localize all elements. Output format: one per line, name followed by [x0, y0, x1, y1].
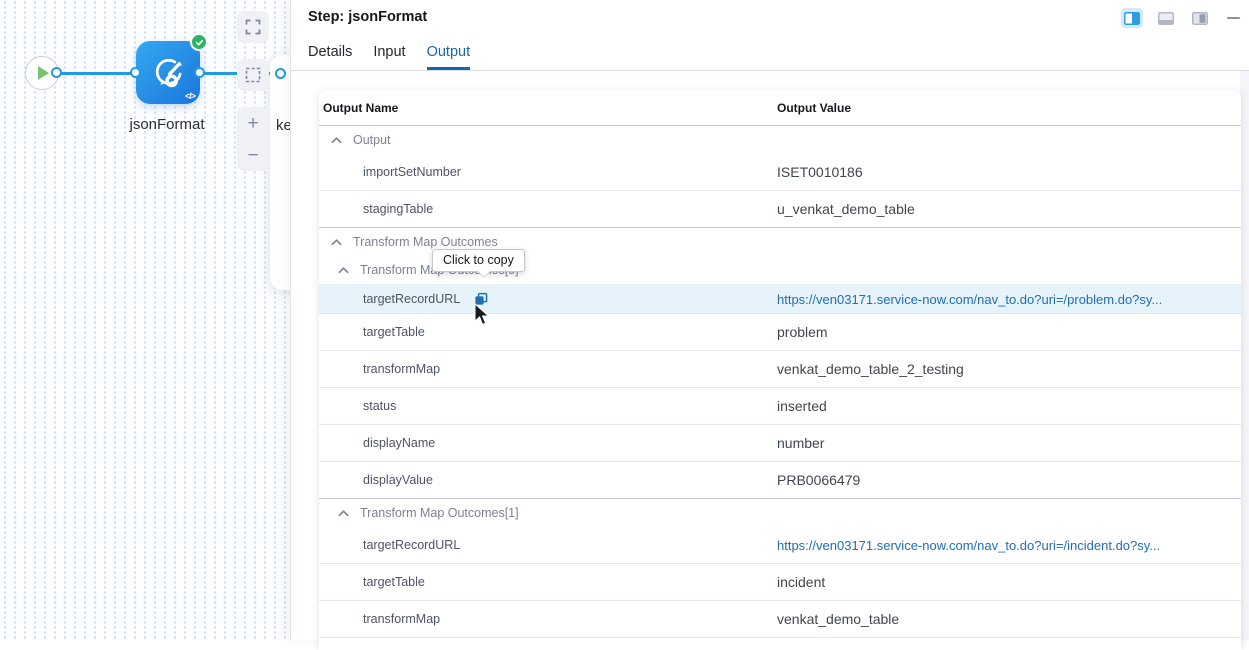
zoom-out-button[interactable]: − — [247, 146, 258, 165]
output-name: targetRecordURL — [363, 292, 460, 306]
output-value-link[interactable]: https://ven03171.service-now.com/nav_to.… — [777, 292, 1162, 307]
output-value: u_venkat_demo_table — [777, 201, 915, 217]
panel-tabs: Details Input Output — [308, 44, 470, 70]
dock-right-active-icon[interactable] — [1121, 8, 1143, 28]
table-body: Output importSetNumber ISET0010186 stagingT… — [319, 126, 1241, 638]
section-label: Output — [353, 133, 391, 147]
table-row: status inserted — [319, 388, 1241, 425]
minimize-icon[interactable] — [1227, 17, 1240, 20]
output-port[interactable] — [194, 67, 205, 78]
copy-tooltip: Click to copy — [432, 249, 525, 272]
panel-window-controls — [1121, 8, 1240, 28]
output-name: transformMap — [363, 362, 440, 376]
json-transform-icon — [147, 52, 189, 94]
flow-canvas[interactable]: </> jsonFormat ke + − — [0, 0, 290, 640]
section-row[interactable]: Output — [319, 126, 1241, 154]
zoom-in-button[interactable]: + — [247, 114, 258, 133]
code-icon: </> — [185, 91, 195, 101]
play-icon — [38, 66, 49, 80]
marquee-select-icon — [245, 67, 261, 83]
fullscreen-button[interactable] — [237, 11, 269, 43]
tab-input[interactable]: Input — [373, 44, 405, 70]
success-check-badge — [190, 33, 208, 51]
output-value: PRB0066479 — [777, 472, 860, 488]
output-table-card: Output Name Output Value Output importSet… — [319, 90, 1241, 650]
table-row: targetRecordURL https://ven03171.service-… — [319, 527, 1241, 564]
chevron-up-icon[interactable] — [338, 509, 349, 517]
tabs-divider — [291, 70, 1249, 71]
chevron-up-icon[interactable] — [331, 238, 342, 246]
output-value: number — [777, 435, 824, 451]
output-name: displayValue — [363, 473, 433, 487]
mouse-cursor — [474, 303, 491, 327]
output-value: inserted — [777, 398, 827, 414]
tab-output[interactable]: Output — [427, 44, 471, 70]
output-name: status — [363, 399, 396, 413]
output-name: displayName — [363, 436, 435, 450]
output-name: transformMap — [363, 612, 440, 626]
select-tool-button[interactable] — [237, 59, 269, 91]
section-label: Transform Map Outcomes — [353, 235, 498, 249]
section-row[interactable]: Transform Map Outcomes[1] — [319, 499, 1241, 527]
table-row: transformMap venkat_demo_table — [319, 601, 1241, 638]
chevron-up-icon[interactable] — [338, 266, 349, 274]
node-label-jsonformat: jsonFormat — [103, 116, 231, 133]
output-value: venkat_demo_table — [777, 611, 899, 627]
output-name: targetTable — [363, 575, 425, 589]
output-name: stagingTable — [363, 202, 433, 216]
output-value-link[interactable]: https://ven03171.service-now.com/nav_to.… — [777, 538, 1160, 553]
step-detail-panel: Step: jsonFormat Details Input Output Outp… — [290, 0, 1249, 640]
output-value: problem — [777, 324, 828, 340]
table-row: targetTable incident — [319, 564, 1241, 601]
output-value: ISET0010186 — [777, 164, 863, 180]
column-header-output-value: Output Value — [777, 101, 1241, 115]
dock-side-icon[interactable] — [1189, 8, 1211, 28]
flow-node-jsonformat[interactable]: </> — [136, 41, 200, 104]
column-header-output-name: Output Name — [319, 101, 777, 115]
output-name: targetTable — [363, 325, 425, 339]
output-value: incident — [777, 574, 825, 590]
panel-title: Step: jsonFormat — [308, 9, 427, 25]
output-port[interactable] — [51, 67, 62, 78]
chevron-up-icon[interactable] — [331, 136, 342, 144]
table-row: importSetNumber ISET0010186 — [319, 154, 1241, 191]
output-name: targetRecordURL — [363, 538, 460, 552]
output-value: venkat_demo_table_2_testing — [777, 361, 964, 377]
table-row: displayValue PRB0066479 — [319, 462, 1241, 499]
section-label: Transform Map Outcomes[1] — [360, 506, 519, 520]
table-row: transformMap venkat_demo_table_2_testing — [319, 351, 1241, 388]
table-row: displayName number — [319, 425, 1241, 462]
tab-details[interactable]: Details — [308, 44, 352, 70]
input-port[interactable] — [130, 67, 141, 78]
input-port[interactable] — [275, 68, 286, 79]
fullscreen-icon — [245, 19, 261, 35]
table-header-row: Output Name Output Value — [319, 90, 1241, 126]
zoom-controls: + − — [237, 107, 269, 171]
table-row: targetTable problem — [319, 314, 1241, 351]
table-row: stagingTable u_venkat_demo_table — [319, 191, 1241, 228]
dock-bottom-icon[interactable] — [1155, 8, 1177, 28]
scroll-gutter[interactable] — [1240, 71, 1249, 640]
table-row[interactable]: targetRecordURL https://ven03171.service-… — [319, 284, 1241, 314]
output-name: importSetNumber — [363, 165, 461, 179]
